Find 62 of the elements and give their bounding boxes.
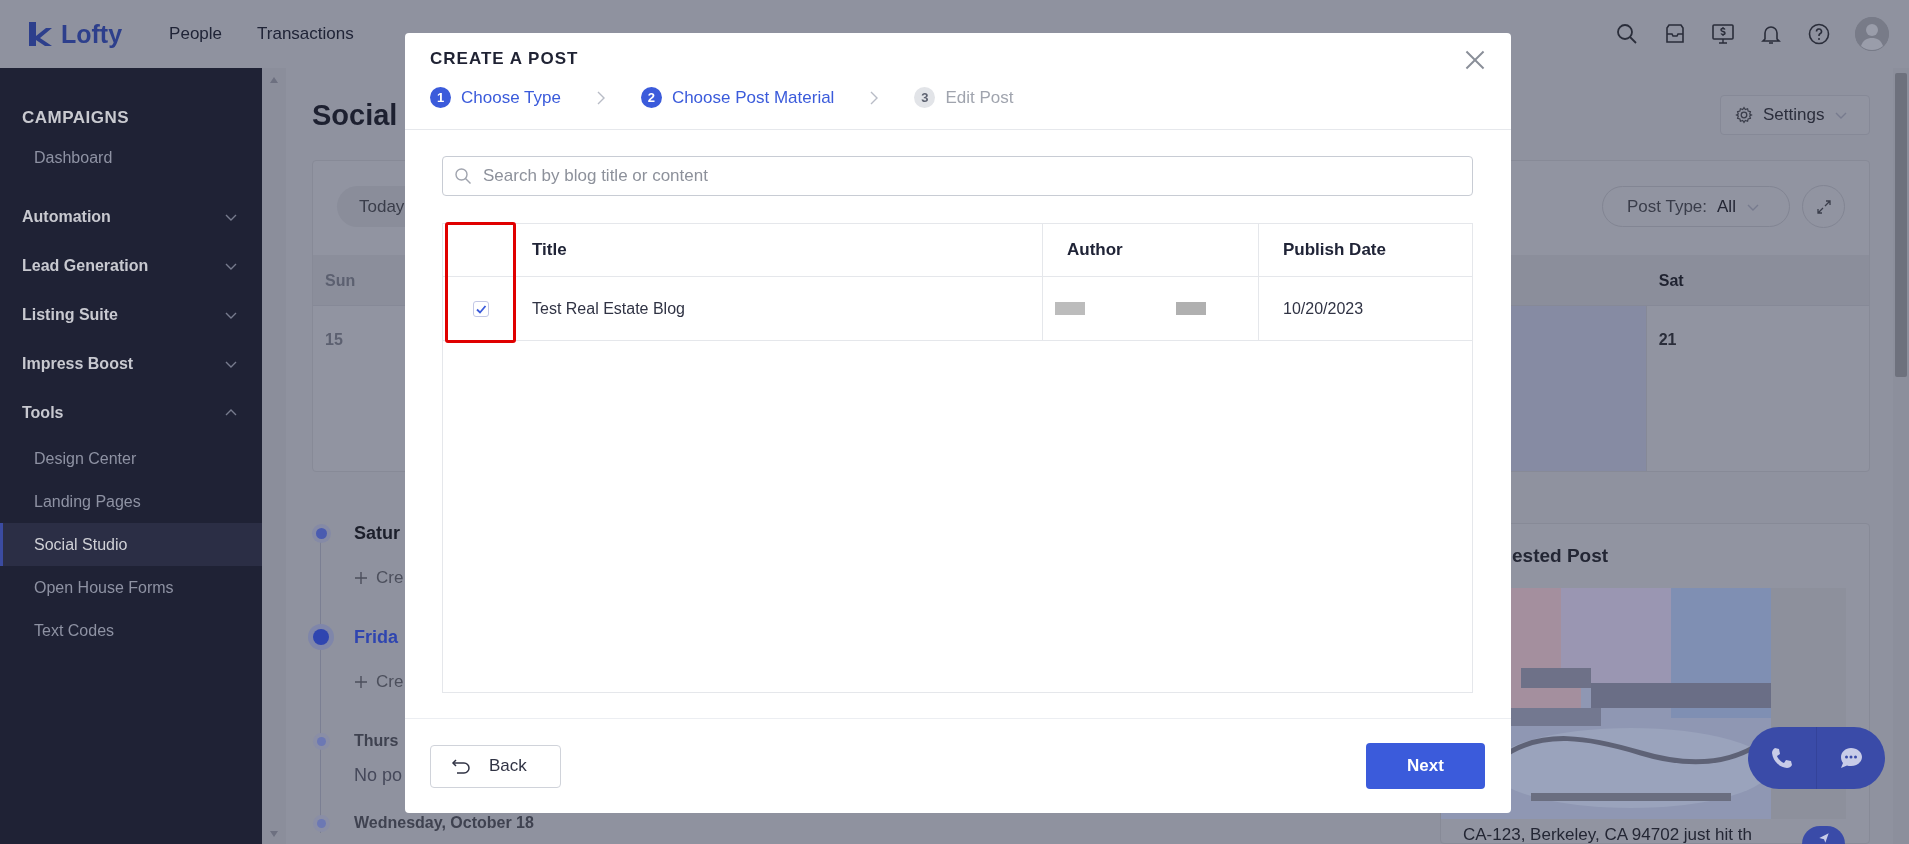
empty-message: No po xyxy=(354,764,403,786)
chat-icon xyxy=(1838,745,1864,771)
expand-icon xyxy=(1814,197,1833,216)
timeline-date: Thurs xyxy=(354,732,399,750)
day-number: 21 xyxy=(1658,331,1677,349)
sidebar-group[interactable]: Tools xyxy=(22,403,64,422)
step-number: 2 xyxy=(640,87,662,108)
create-post-link[interactable]: Cre xyxy=(354,568,404,588)
phone-icon xyxy=(1769,745,1795,771)
timeline-date: Wednesday, October 18 xyxy=(354,814,534,832)
sidebar-group[interactable]: Automation xyxy=(22,207,111,226)
timeline-date: Satur xyxy=(354,522,400,544)
create-post-link[interactable]: Cre xyxy=(354,672,404,692)
plus-icon xyxy=(354,571,368,585)
dialog-title: CREATE A POST xyxy=(430,49,579,70)
nav-link[interactable]: People xyxy=(169,24,223,44)
column-header: Publish Date xyxy=(1258,224,1472,277)
nav-link[interactable]: Transactions xyxy=(257,24,354,44)
sidebar-item[interactable]: Text Codes xyxy=(0,609,262,652)
page-title: Social xyxy=(312,98,398,132)
weekday-label: Sat xyxy=(1658,272,1684,290)
search-field[interactable]: Search by blog title or content xyxy=(442,156,1473,196)
post-type-dropdown[interactable]: Post Type: All xyxy=(1602,186,1790,227)
sidebar-group[interactable]: Listing Suite xyxy=(22,305,118,324)
logo-icon xyxy=(27,20,53,48)
redacted-block xyxy=(1176,302,1206,315)
sidebar-item[interactable]: Design Center xyxy=(0,437,262,480)
column-header: Author xyxy=(1042,224,1258,277)
checkbox[interactable] xyxy=(472,300,489,317)
search-icon xyxy=(454,167,472,185)
step-label: Choose Type xyxy=(461,87,561,108)
tray-icon[interactable] xyxy=(1663,22,1687,46)
sidebar-item[interactable]: Dashboard xyxy=(0,138,262,178)
column-header: Title xyxy=(518,224,1042,277)
search-icon[interactable] xyxy=(1615,22,1639,46)
expand-button[interactable] xyxy=(1802,185,1845,228)
sidebar-group[interactable]: Lead Generation xyxy=(22,256,149,275)
back-button[interactable]: Back xyxy=(430,744,561,788)
help-icon[interactable] xyxy=(1807,22,1831,46)
timeline-date: Frida xyxy=(354,626,398,648)
card-title: ested Post xyxy=(1512,544,1610,568)
next-button[interactable]: Next xyxy=(1366,743,1485,789)
step-label: Choose Post Material xyxy=(671,87,835,108)
table-cell: Test Real Estate Blog xyxy=(518,277,1042,341)
sidebar-heading: CAMPAIGNS xyxy=(21,107,131,129)
sidebar-item[interactable]: Social Studio xyxy=(0,523,262,566)
step-label: Edit Post xyxy=(945,87,1014,108)
gear-icon xyxy=(1735,106,1753,124)
plus-icon xyxy=(354,675,368,689)
undo-icon xyxy=(451,757,471,775)
close-icon xyxy=(1464,49,1486,71)
step-number: 1 xyxy=(430,87,451,108)
day-cell[interactable]: 21 xyxy=(1646,306,1869,471)
brand-name: Lofty xyxy=(61,19,123,49)
table-cell: 10/20/2023 xyxy=(1258,277,1472,341)
dollar-screen-icon[interactable] xyxy=(1711,22,1735,46)
sidebar-item[interactable]: Open House Forms xyxy=(0,566,262,609)
step-number: 3 xyxy=(914,87,936,108)
sidebar-item[interactable]: Landing Pages xyxy=(0,480,262,523)
settings-button[interactable]: Settings xyxy=(1720,95,1870,135)
post-caption: CA-123, Berkeley, CA 94702 just hit th xyxy=(1463,825,1752,844)
sidebar-group[interactable]: Impress Boost xyxy=(22,354,134,373)
